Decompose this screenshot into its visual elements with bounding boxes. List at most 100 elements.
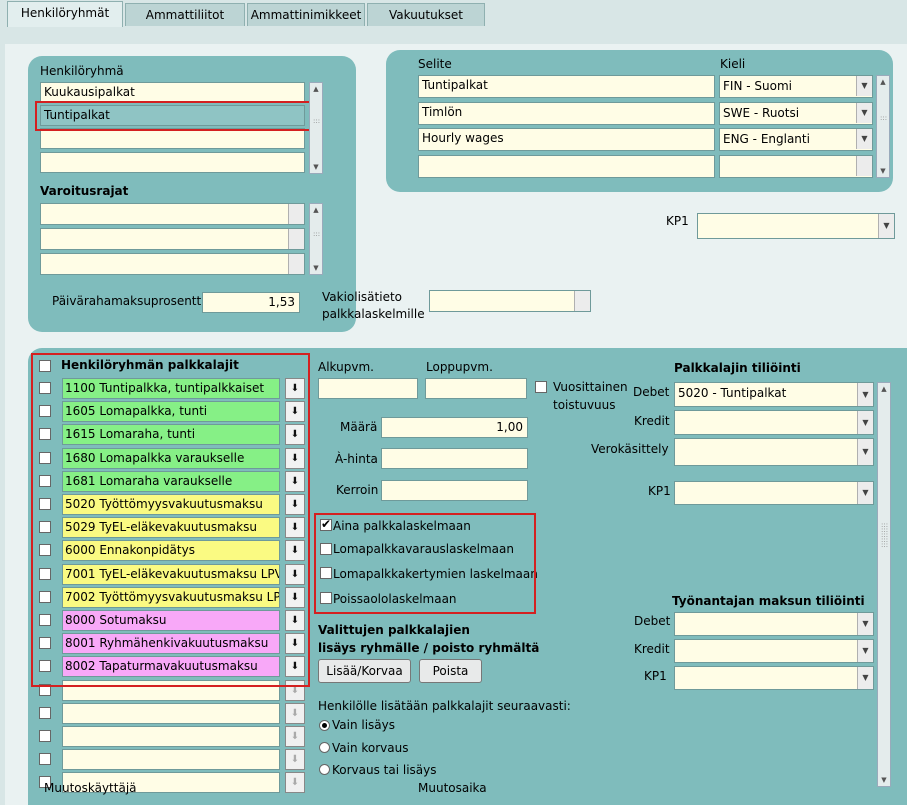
standard-info-select[interactable] [429,290,591,312]
chevron-down-icon: ▼ [856,76,872,96]
unit-price-input[interactable] [381,448,528,469]
scroll-grip-icon: ::: [880,114,888,122]
paytype-checkbox[interactable] [39,706,51,719]
language-value: SWE - Ruotsi [723,106,800,120]
mode-radio-replace-only[interactable] [319,742,330,753]
download-list-icon[interactable]: ⬇ [285,726,305,747]
tab-ammattinimikkeet[interactable]: Ammattinimikkeet [247,3,365,26]
mode-radio-replace-or-add[interactable] [319,764,330,775]
kredit-select[interactable]: ▼ [674,410,874,435]
unit-price-label: À-hinta [335,452,378,466]
group-item[interactable] [40,128,305,149]
kredit-label: Kredit [634,414,670,428]
scroll-down-icon[interactable]: ▼ [310,262,322,274]
tax-handling-label: Verokäsittely [591,442,669,456]
scroll-down-icon[interactable]: ▼ [877,165,889,177]
employer-accounting-title: Työnantajan maksun tiliöinti [672,594,865,608]
warning-field[interactable] [40,228,305,250]
description-input[interactable]: Hourly wages [418,128,715,151]
paytypes-scrollbar[interactable]: ▲ ::::::::::::::: ▼ [877,382,891,787]
accounting-title: Palkkalajin tiliöinti [674,361,801,375]
scroll-up-icon[interactable]: ▲ [310,83,322,95]
language-value: FIN - Suomi [723,79,792,93]
group-item[interactable]: Kuukausipalkat [40,82,305,103]
description-input[interactable]: Tuntipalkat [418,75,715,98]
language-select[interactable]: SWE - Ruotsi ▼ [719,102,873,125]
start-date-label: Alkupvm. [318,360,374,374]
employer-kp1-select[interactable]: ▼ [674,666,874,690]
kp1-label: KP1 [666,214,689,228]
language-select[interactable] [719,155,873,178]
language-select[interactable]: FIN - Suomi ▼ [719,75,873,98]
daily-allowance-input[interactable]: 1,53 [202,292,300,313]
add-replace-button[interactable]: Lisää/Korvaa [318,659,411,683]
paytype-checkbox[interactable] [39,753,51,766]
amount-label: Määrä [340,420,378,434]
chevron-down-icon: ▼ [856,103,872,123]
paytype-field[interactable] [62,726,280,747]
kp1-select[interactable]: ▼ [697,213,895,239]
chevron-down-icon: ▼ [857,613,873,635]
language-value: ENG - Englanti [723,132,810,146]
scroll-down-icon[interactable]: ▼ [878,774,890,786]
tab-bar: Henkilöryhmät Ammattiliitot Ammattinimik… [0,0,907,27]
amount-input[interactable]: 1,00 [381,417,528,438]
debet-select[interactable]: 5020 - Tuntipalkat ▼ [674,382,874,407]
debet-label: Debet [633,385,670,399]
tax-handling-select[interactable]: ▼ [674,438,874,466]
scroll-up-icon[interactable]: ▲ [878,383,890,395]
start-date-input[interactable] [318,378,418,399]
scroll-up-icon[interactable]: ▲ [310,204,322,216]
group-item[interactable] [40,152,305,173]
multiplier-input[interactable] [381,480,528,501]
description-input[interactable]: Timlön [418,102,715,125]
paytype-field[interactable] [62,749,280,771]
yearly-repeat-label: Vuosittainen [553,380,628,394]
download-list-icon[interactable]: ⬇ [285,772,305,794]
group-label: Henkilöryhmä [40,64,124,78]
scroll-down-icon[interactable]: ▼ [310,161,322,173]
chevron-down-icon: ▼ [857,439,873,465]
col-header-selite: Selite [418,57,452,71]
scroll-grip-icon: ::: [313,117,321,125]
download-list-icon[interactable]: ⬇ [285,702,305,724]
tab-ammattiliitot[interactable]: Ammattiliitot [125,3,245,26]
daily-allowance-label: Päivärahamaksuprosentti [52,294,205,308]
remove-button[interactable]: Poista [419,659,482,683]
end-date-input[interactable] [425,378,527,399]
paytype-field[interactable] [62,702,280,724]
employer-debet-select[interactable]: ▼ [674,612,874,636]
chevron-down-icon [856,156,872,176]
chevron-down-icon: ▼ [857,482,873,504]
scroll-up-icon[interactable]: ▲ [877,76,889,88]
kp1-accounting-select[interactable]: ▼ [674,481,874,505]
highlight-box [31,353,310,687]
modified-time-label: Muutosaika [418,781,487,795]
tab-vakuutukset[interactable]: Vakuutukset [367,3,485,26]
tab-henkiloryhmat[interactable]: Henkilöryhmät [7,1,123,27]
warning-field[interactable] [40,253,305,275]
yearly-repeat-label: toistuvuus [553,398,616,412]
warnings-scrollbar[interactable]: ▲ ::: ▼ [309,203,323,275]
add-remove-title: Valittujen palkkalajien [318,623,470,637]
language-select[interactable]: ENG - Englanti ▼ [719,128,873,151]
scroll-grip-icon: ::: [313,230,321,238]
description-scrollbar[interactable]: ▲ ::: ▼ [876,75,890,178]
description-input[interactable] [418,155,715,178]
mode-radio-add-only[interactable] [319,720,330,731]
chevron-down-icon: ▼ [857,411,873,434]
multiplier-label: Kerroin [336,483,379,497]
employer-kredit-label: Kredit [634,642,670,656]
warning-field[interactable] [40,203,305,225]
paytype-checkbox[interactable] [39,730,51,742]
mode-radio-label: Vain korvaus [332,741,409,755]
debet-value: 5020 - Tuntipalkat [678,386,787,400]
add-mode-label: Henkilölle lisätään palkkalajit seuraava… [318,699,571,713]
download-list-icon[interactable]: ⬇ [285,749,305,771]
group-scrollbar[interactable]: ▲ ::: ▼ [309,82,323,174]
chevron-down-icon: ▼ [857,640,873,662]
scroll-grip-icon: ::::::::::::::: [881,521,889,549]
yearly-repeat-checkbox[interactable] [535,381,547,393]
chevron-down-icon [288,204,304,224]
employer-kredit-select[interactable]: ▼ [674,639,874,663]
